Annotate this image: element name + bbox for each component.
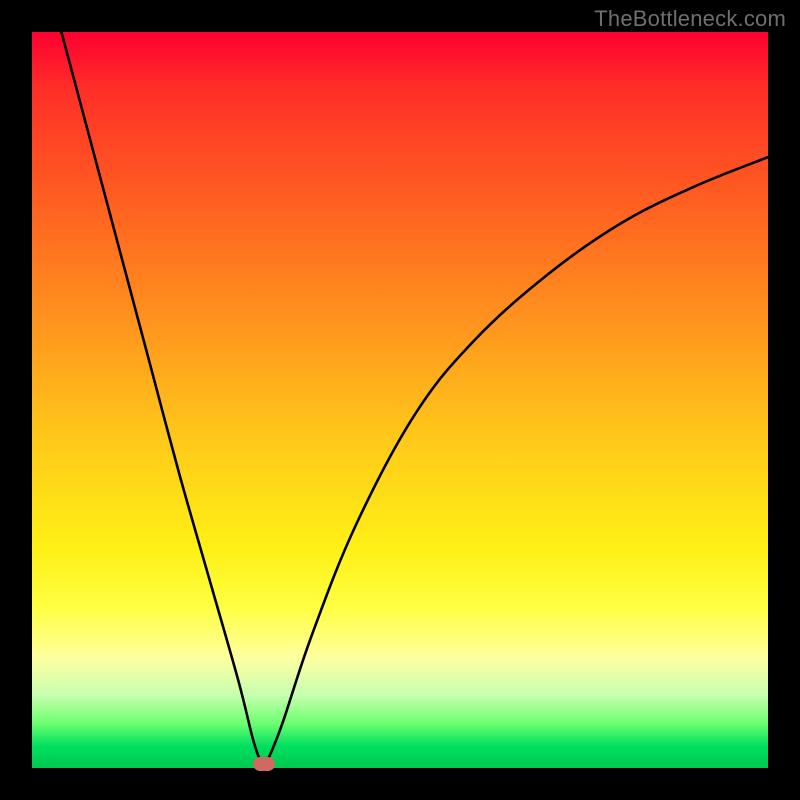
chart-frame: TheBottleneck.com <box>0 0 800 800</box>
bottleneck-curve <box>61 32 768 768</box>
curve-svg <box>32 32 768 768</box>
bottleneck-marker <box>253 757 275 771</box>
watermark-text: TheBottleneck.com <box>594 6 786 32</box>
plot-area <box>32 32 768 768</box>
